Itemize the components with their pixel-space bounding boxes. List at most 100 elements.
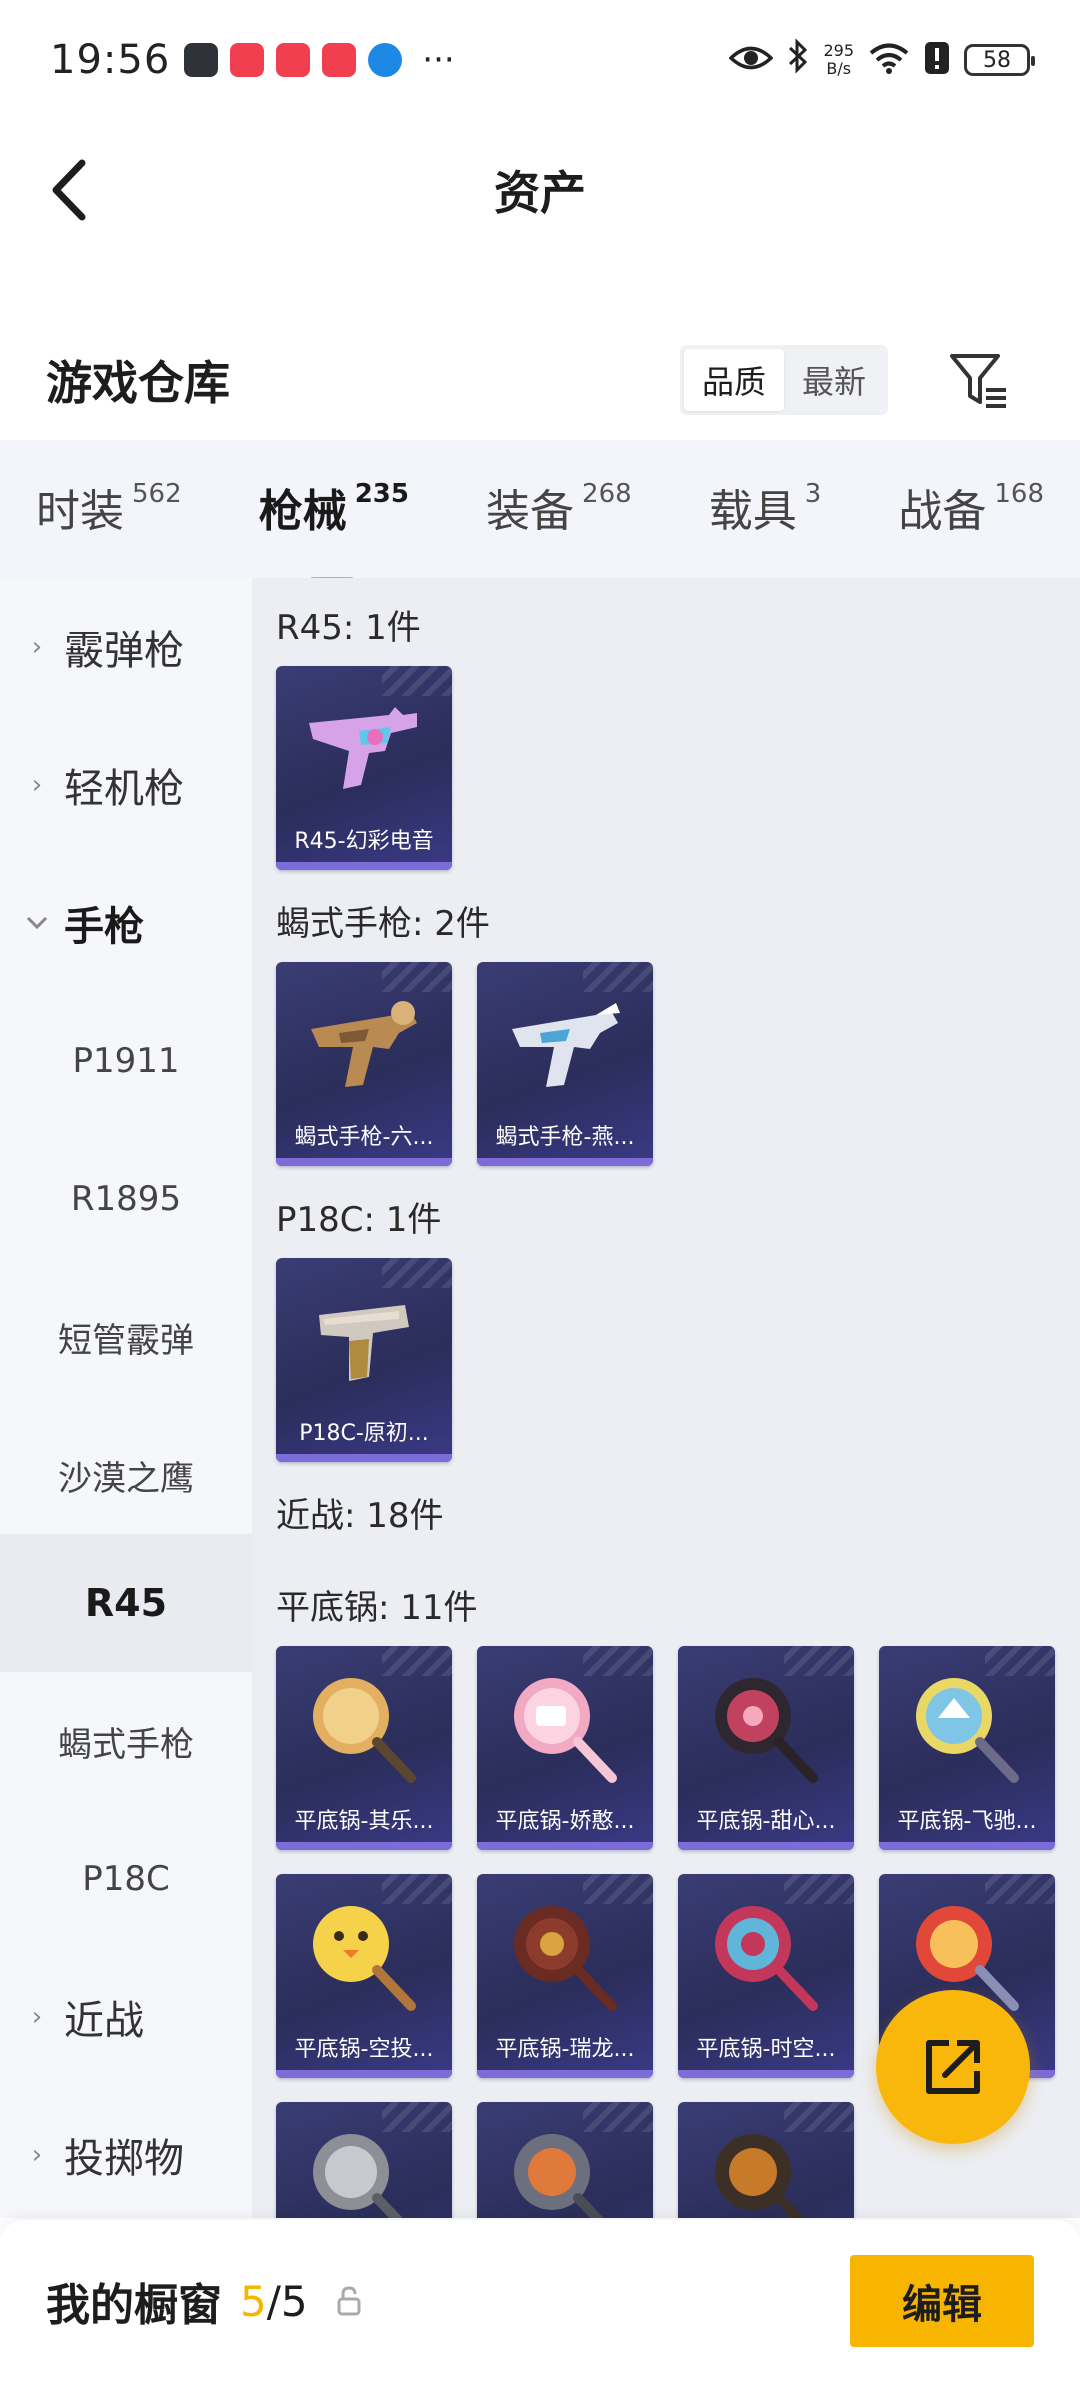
tab-count: 168 [994,479,1044,509]
sidebar-item-label: 轻机枪 [64,766,184,812]
sidebar-item-label: P1911 [72,1041,180,1081]
rarity-bar [276,862,452,870]
smg-icon [477,974,653,1114]
showcase-count-total: /5 [266,2276,308,2326]
item-card[interactable]: 平底锅-空投... [276,1874,452,2078]
frying-pan-icon [477,1886,653,2026]
filter-button[interactable] [944,345,1014,415]
tab-count: 268 [582,479,632,509]
sidebar-item-r1895[interactable]: R1895 [0,1130,252,1268]
tab-fashion[interactable]: 时装 562 [36,475,182,545]
sort-newest-button[interactable]: 最新 [784,349,884,411]
warehouse-header: 游戏仓库 品质 最新 [0,330,1080,430]
chevron-down-icon [22,915,52,931]
page-title: 资产 [494,166,586,220]
status-bar: 19:56 ··· 295 B/s 58 [0,0,1080,120]
frying-pan-icon [477,1658,653,1798]
sidebar-item-desert-eagle[interactable]: 沙漠之鹰 [0,1406,252,1544]
rarity-bar [879,1842,1055,1850]
shopping-app-icon [276,43,311,77]
tab-supplies[interactable]: 战备 168 [898,475,1044,545]
item-name: 平底锅-娇憨... [495,1809,635,1834]
rarity-bar [477,2070,653,2078]
tab-label: 战备 [898,486,987,537]
sidebar-item-shotgun[interactable]: › 霰弹枪 [0,578,252,716]
item-card[interactable]: 平底锅-瑞龙... [477,1874,653,2078]
sidebar-item-melee[interactable]: › 近战 [0,1948,252,2086]
edit-button[interactable]: 编辑 [850,2255,1034,2347]
item-card[interactable] [477,2102,653,2218]
item-name: 平底锅-飞驰... [897,1809,1037,1834]
tab-label: 载具 [708,486,797,537]
showcase-count-current: 5 [240,2276,267,2326]
shopping-app-icon [322,43,357,77]
item-card[interactable]: R45-幻彩电音 [276,666,452,870]
item-name: 蝎式手枪-六... [294,1125,434,1150]
item-list[interactable]: R45: 1件 R45-幻彩电音 蝎式手枪: 2件 蝎式手枪-六... 蝎式手枪… [252,578,1080,2218]
section-title: R45: 1件 [276,608,421,648]
item-card[interactable]: 平底锅-娇憨... [477,1646,653,1850]
sidebar-item-p18c[interactable]: P18C [0,1810,252,1948]
item-card[interactable]: 平底锅-甜心... [678,1646,854,1850]
frying-pan-icon [276,2114,452,2218]
item-name: 蝎式手枪-燕... [495,1125,635,1150]
external-link-icon [926,2040,980,2094]
more-notifications-icon: ··· [422,40,455,80]
rarity-bar [477,1158,653,1166]
frying-pan-icon [477,2114,653,2218]
top-nav: 资产 [0,140,1080,240]
network-rate: 295 B/s [823,42,854,78]
alert-icon [924,41,950,79]
section-title: 近战: 18件 [276,1496,444,1536]
back-button[interactable] [36,154,108,226]
category-tabs: 时装 562 枪械 235 装备 268 载具 3 战备 168 [0,440,1080,585]
tab-equipment[interactable]: 装备 268 [486,475,632,545]
sidebar-item-label: 沙漠之鹰 [58,1458,194,1499]
sidebar-item-label: P18C [82,1859,170,1899]
tab-count: 235 [354,479,409,509]
rarity-bar [276,1842,452,1850]
rarity-bar [276,2070,452,2078]
chevron-right-icon: › [31,770,43,800]
item-card[interactable]: P18C-原初... [276,1258,452,1462]
tab-count: 3 [804,479,822,509]
frying-pan-icon [276,1886,452,2026]
tab-label: 时装 [36,486,124,537]
tab-vehicles[interactable]: 载具 3 [709,475,822,545]
showcase-count: 5/5 [240,2277,308,2326]
item-card[interactable]: 平底锅-时空... [678,1874,854,2078]
browser-app-icon [368,43,403,77]
wifi-icon [868,42,910,78]
tab-firearms[interactable]: 枪械 235 [258,475,409,585]
sidebar-item-label: R1895 [70,1179,182,1219]
revolver-icon [276,678,452,818]
sidebar-item-lmg[interactable]: › 轻机枪 [0,716,252,854]
sidebar-item-sawed-off[interactable]: 短管霰弹 [0,1268,252,1406]
item-card[interactable]: 平底锅-飞驰... [879,1646,1055,1850]
item-card[interactable] [678,2102,854,2218]
warehouse-title: 游戏仓库 [46,356,230,410]
item-name: 平底锅-瑞龙... [495,2037,635,2062]
showcase-bar: 我的橱窗 5/5 编辑 [0,2220,1080,2382]
sidebar-item-p1911[interactable]: P1911 [0,992,252,1130]
section-title: 平底锅: 11件 [276,1588,478,1628]
frying-pan-icon [879,1658,1055,1798]
item-name: 平底锅-空投... [294,2037,434,2062]
sidebar-item-r45[interactable]: R45 [0,1534,252,1672]
sidebar-item-label: 蝎式手枪 [58,1724,194,1765]
tab-label: 装备 [486,486,575,537]
weapon-type-sidebar: › 霰弹枪 › 轻机枪 手枪 P1911 R1895 短管霰弹 沙漠之鹰 R45… [0,578,252,2218]
sidebar-item-throwables[interactable]: › 投掷物 [0,2086,252,2224]
tab-label: 枪械 [258,486,347,537]
share-button[interactable] [876,1990,1030,2144]
sidebar-item-pistol[interactable]: 手枪 [0,854,252,992]
item-card[interactable] [276,2102,452,2218]
item-card[interactable]: 蝎式手枪-六... [276,962,452,1166]
item-card[interactable]: 蝎式手枪-燕... [477,962,653,1166]
sidebar-item-skorpion[interactable]: 蝎式手枪 [0,1672,252,1810]
notification-icons: ··· [184,40,455,80]
sort-quality-button[interactable]: 品质 [684,349,784,411]
item-card[interactable]: 平底锅-其乐... [276,1646,452,1850]
bluetooth-icon [787,37,809,83]
frying-pan-icon [678,1658,854,1798]
